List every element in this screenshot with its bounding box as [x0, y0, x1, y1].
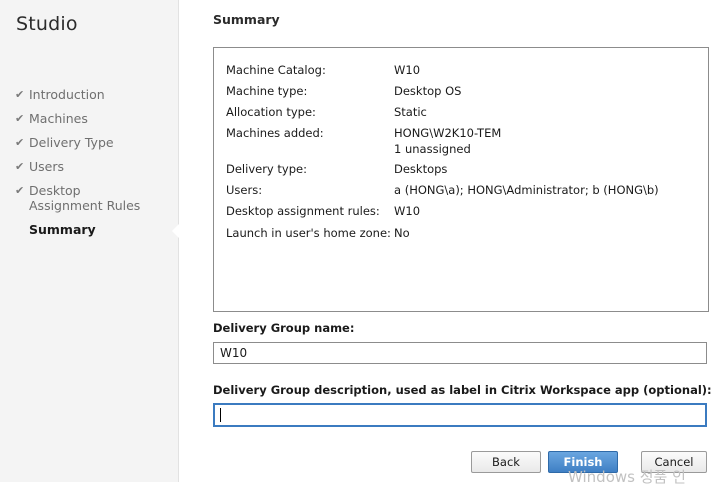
current-step-pointer-icon — [172, 224, 179, 238]
summary-value: Static — [394, 105, 427, 119]
app-title: Studio — [16, 13, 78, 35]
delivery-group-name-input[interactable] — [213, 342, 707, 364]
summary-value: Desktops — [394, 162, 448, 176]
wizard-sidebar: Studio ✔ Introduction ✔ Machines ✔ Deliv… — [0, 0, 178, 482]
page-title: Summary — [213, 12, 280, 27]
checkmark-icon: ✔ — [15, 160, 25, 173]
back-button[interactable]: Back — [471, 451, 541, 473]
summary-value: W10 — [394, 63, 421, 77]
checkmark-icon: ✔ — [15, 184, 25, 197]
step-users[interactable]: ✔ Users — [15, 159, 175, 174]
summary-value: W10 — [394, 204, 421, 218]
step-summary[interactable]: Summary — [15, 222, 175, 237]
step-label: Introduction — [29, 87, 105, 102]
summary-label: Machine type: — [226, 84, 308, 98]
summary-label: Machine Catalog: — [226, 63, 326, 77]
step-introduction[interactable]: ✔ Introduction — [15, 87, 175, 102]
sidebar-divider — [178, 0, 179, 482]
step-label: Delivery Type — [29, 135, 114, 150]
delivery-group-description-label: Delivery Group description, used as labe… — [213, 383, 712, 397]
delivery-group-name-label: Delivery Group name: — [213, 321, 355, 335]
step-label: Desktop Assignment Rules — [29, 183, 141, 213]
delivery-group-description-input[interactable] — [213, 403, 707, 427]
checkmark-icon: ✔ — [15, 88, 25, 101]
summary-label: Delivery type: — [226, 162, 307, 176]
step-label: Users — [29, 159, 65, 174]
summary-value: HONG\W2K10-TEM — [394, 126, 502, 140]
summary-label: Launch in user's home zone: — [226, 226, 391, 240]
checkmark-icon: ✔ — [15, 112, 25, 125]
summary-label: Users: — [226, 183, 263, 197]
step-desktop-assignment-rules[interactable]: ✔ Desktop Assignment Rules — [15, 183, 155, 213]
summary-label: Desktop assignment rules: — [226, 204, 380, 218]
step-delivery-type[interactable]: ✔ Delivery Type — [15, 135, 175, 150]
wizard-steps: ✔ Introduction ✔ Machines ✔ Delivery Typ… — [15, 87, 175, 246]
summary-value: Desktop OS — [394, 84, 462, 98]
step-label: Machines — [29, 111, 88, 126]
windows-activation-watermark: Windows 정품 인 — [568, 468, 686, 486]
summary-value: a (HONG\a); HONG\Administrator; b (HONG\… — [394, 183, 659, 197]
summary-value: No — [394, 226, 410, 240]
checkmark-icon: ✔ — [15, 136, 25, 149]
step-label: Summary — [29, 222, 96, 237]
summary-label: Machines added: — [226, 126, 324, 140]
step-machines[interactable]: ✔ Machines — [15, 111, 175, 126]
text-caret — [220, 408, 221, 422]
summary-panel: Machine Catalog: W10 Machine type: Deskt… — [213, 47, 709, 312]
summary-label: Allocation type: — [226, 105, 316, 119]
summary-value-secondary: 1 unassigned — [394, 142, 471, 156]
